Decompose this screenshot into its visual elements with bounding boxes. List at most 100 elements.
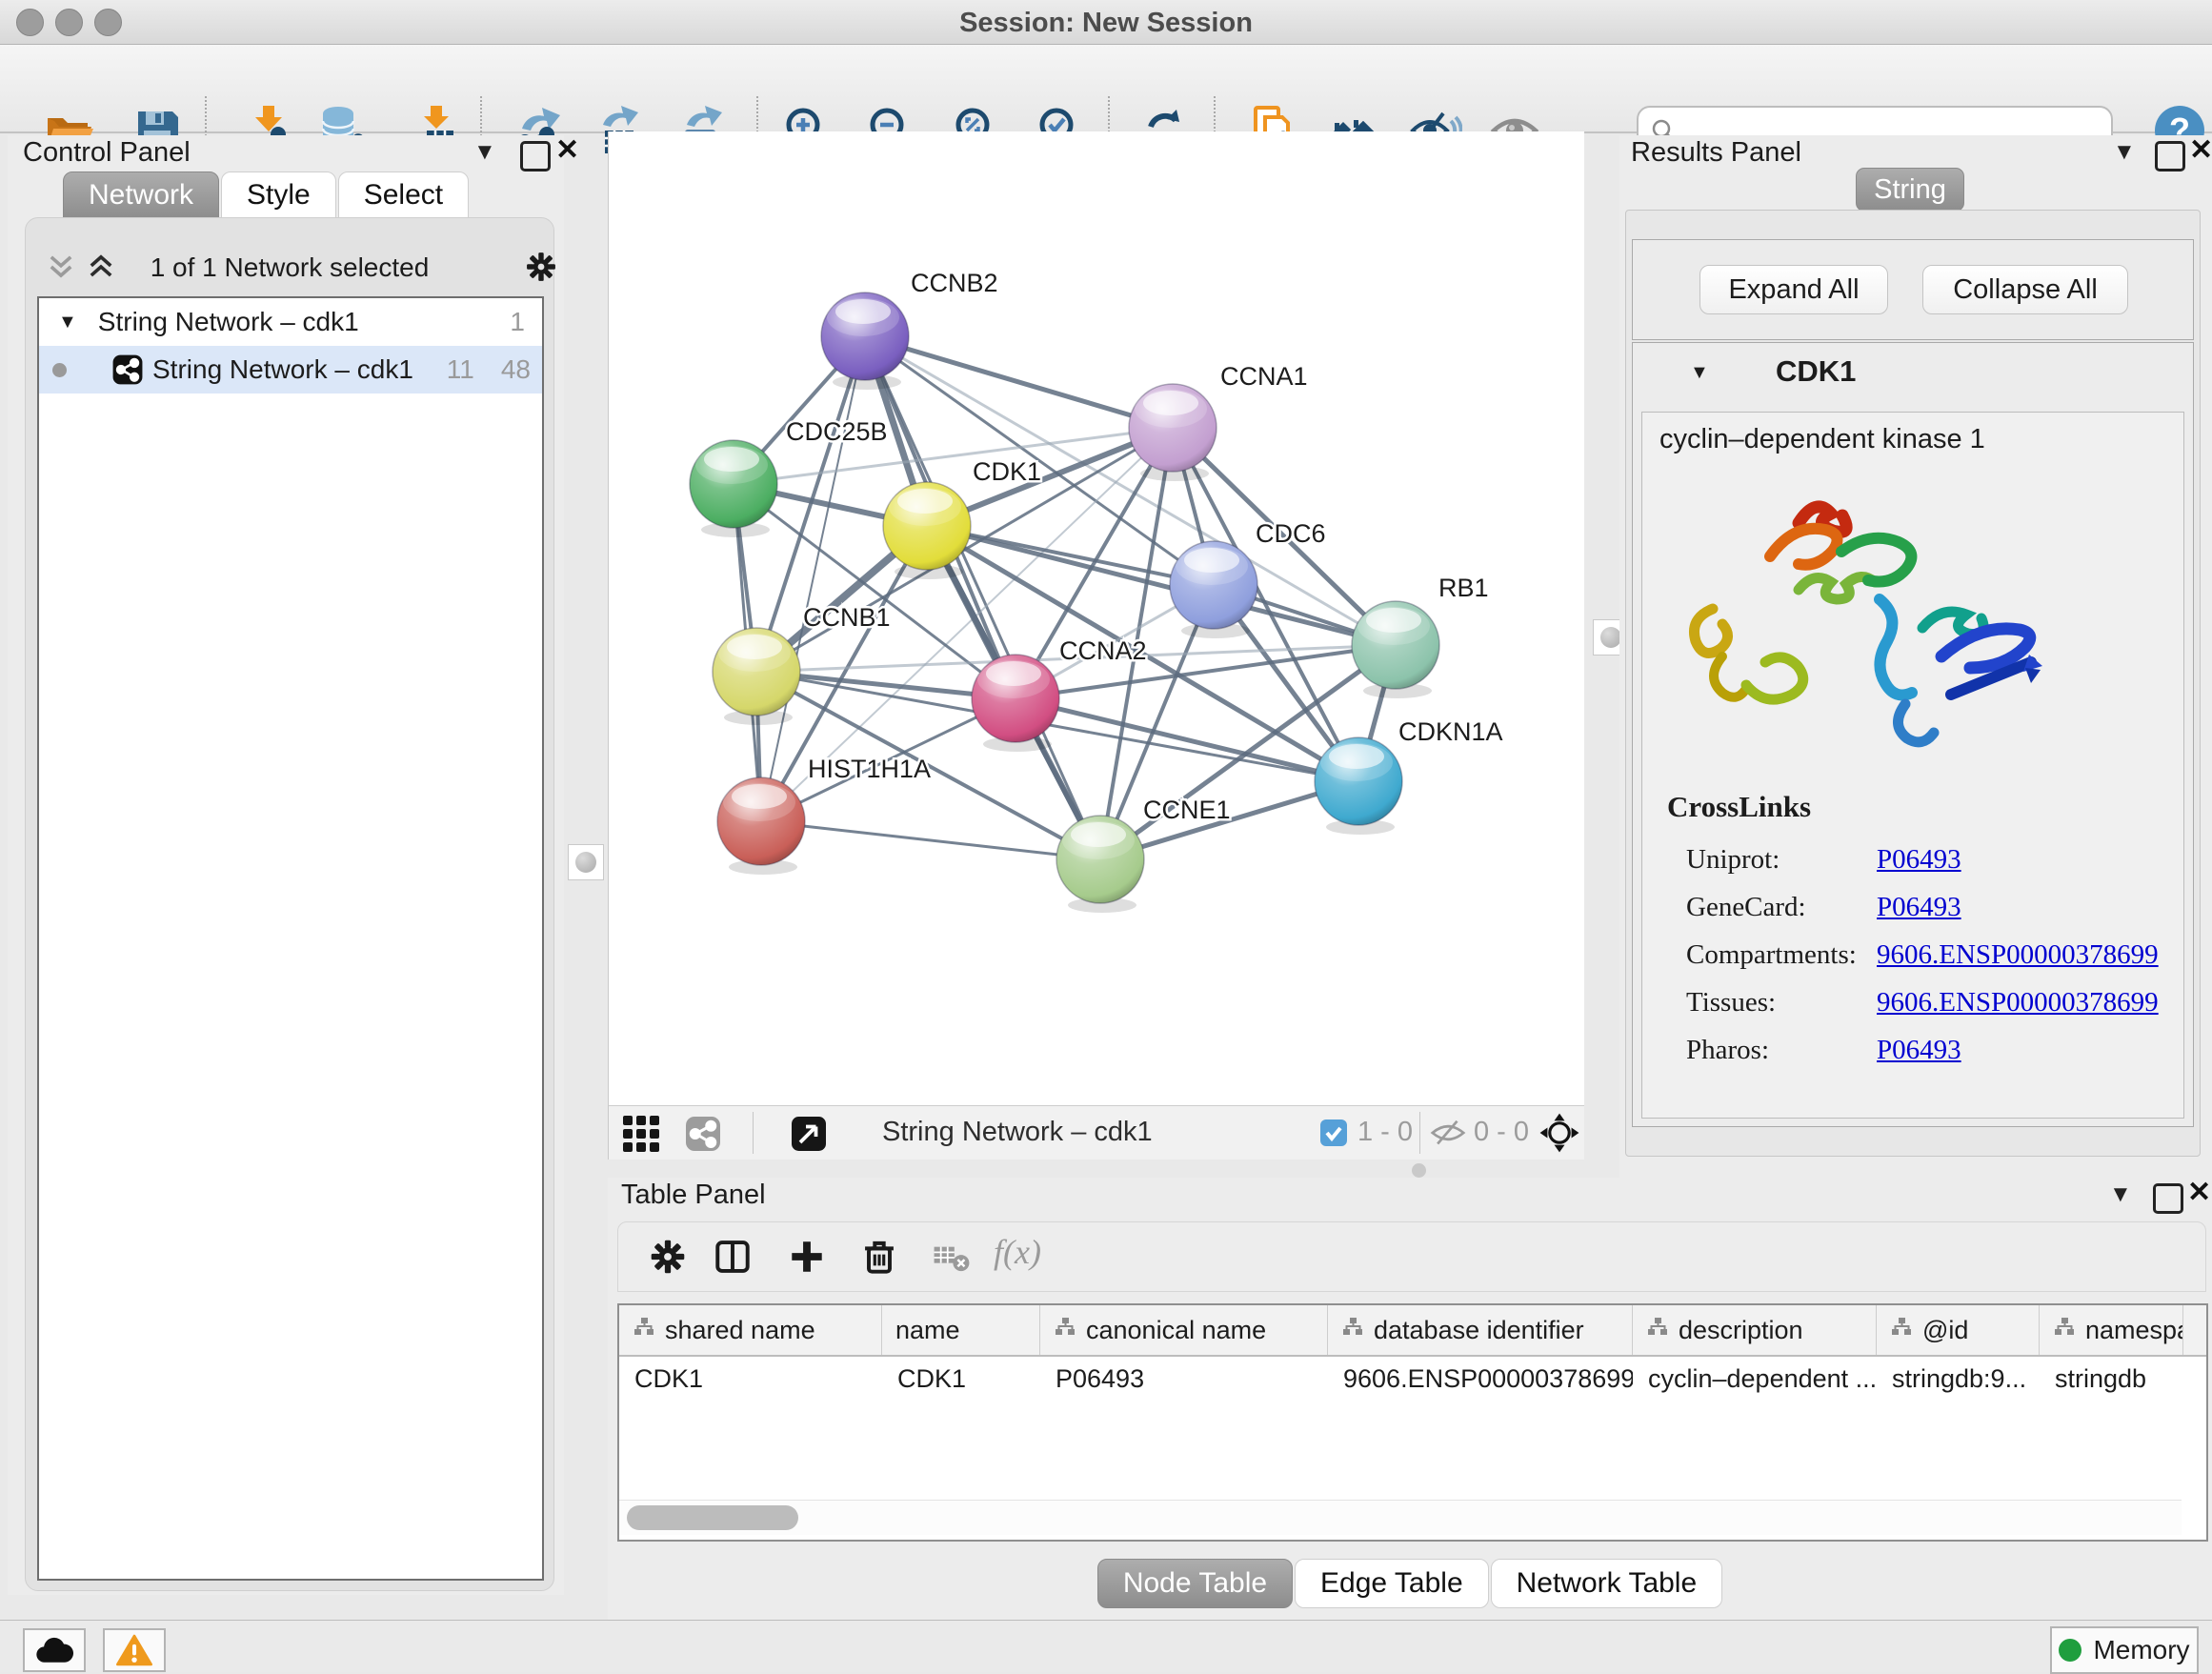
- tab-select[interactable]: Select: [338, 171, 469, 219]
- node-label-RB1: RB1: [1438, 574, 1489, 602]
- toolbar-divider: [1419, 1112, 1420, 1154]
- table-cell[interactable]: CDK1: [619, 1357, 882, 1401]
- protein-node-CCNB1[interactable]: [713, 628, 800, 716]
- function-builder-button[interactable]: f(x): [994, 1232, 1041, 1272]
- table-cell[interactable]: P06493: [1040, 1357, 1328, 1401]
- network-view-title: String Network – cdk1: [882, 1117, 1153, 1148]
- table-cell[interactable]: 9606.ENSP00000378699: [1328, 1357, 1633, 1401]
- network-options-gear-icon[interactable]: [523, 249, 559, 285]
- show-columns-icon[interactable]: [712, 1236, 754, 1278]
- gene-collapse-caret-icon[interactable]: ▼: [1690, 362, 1709, 384]
- create-column-icon[interactable]: [786, 1236, 828, 1278]
- warning-status-button[interactable]: [103, 1628, 166, 1672]
- table-panel-title: Table Panel: [621, 1180, 766, 1211]
- protein-node-CDKN1A[interactable]: [1315, 737, 1402, 825]
- protein-node-CDC25B[interactable]: [690, 440, 777, 528]
- network-label: String Network – cdk1: [152, 354, 413, 385]
- open-in-window-icon[interactable]: [789, 1114, 829, 1154]
- delete-table-icon[interactable]: [933, 1241, 971, 1274]
- table-tabs: Node TableEdge TableNetwork Table: [608, 1559, 2212, 1608]
- crosslink-label: Uniprot:: [1686, 844, 1877, 876]
- memory-button[interactable]: Memory: [2050, 1626, 2199, 1674]
- node-label-CCNB1: CCNB1: [803, 603, 891, 632]
- column-header-database-identifier[interactable]: database identifier: [1328, 1305, 1633, 1355]
- table-cell[interactable]: cyclin–dependent ...: [1633, 1357, 1877, 1401]
- bottom-splitter-handle[interactable]: [1412, 1163, 1426, 1178]
- node-table: shared namenamecanonical namedatabase id…: [617, 1303, 2208, 1542]
- node-label-HIST1H1A: HIST1H1A: [808, 755, 931, 783]
- edge-count: 48: [501, 354, 531, 385]
- tab-network-table[interactable]: Network Table: [1491, 1559, 1723, 1608]
- selected-checkbox-icon[interactable]: [1319, 1119, 1348, 1147]
- delete-column-icon[interactable]: [858, 1236, 900, 1278]
- column-header--id[interactable]: @id: [1877, 1305, 2040, 1355]
- tab-style[interactable]: Style: [221, 171, 336, 219]
- crosslink-link[interactable]: 9606.ENSP00000378699: [1877, 939, 2159, 971]
- panel-close-icon[interactable]: ✕: [2189, 133, 2212, 167]
- column-header-namespace[interactable]: namespace: [2040, 1305, 2183, 1355]
- birdseye-view-icon[interactable]: [621, 1114, 661, 1154]
- table-cell[interactable]: CDK1: [882, 1357, 1040, 1401]
- shared-column-tree-icon: [1054, 1316, 1076, 1345]
- panel-menu-caret-icon[interactable]: ▼: [2113, 139, 2136, 166]
- crosslinks-title: CrossLinks: [1667, 790, 1811, 824]
- expand-all-button[interactable]: Expand All: [1699, 265, 1888, 314]
- panel-float-icon[interactable]: [2155, 141, 2185, 171]
- protein-node-CCNB2[interactable]: [821, 292, 909, 380]
- column-header-canonical-name[interactable]: canonical name: [1040, 1305, 1328, 1355]
- table-cell[interactable]: stringdb: [2040, 1357, 2183, 1401]
- table-cell[interactable]: stringdb:9...: [1877, 1357, 2040, 1401]
- collapse-all-button[interactable]: Collapse All: [1922, 265, 2128, 314]
- protein-node-CCNE1[interactable]: [1056, 816, 1144, 903]
- crosslink-link[interactable]: 9606.ENSP00000378699: [1877, 987, 2159, 1019]
- crosslink-link[interactable]: P06493: [1877, 844, 1961, 876]
- column-header-description[interactable]: description: [1633, 1305, 1877, 1355]
- network-collection-row[interactable]: ▼ String Network – cdk1 1: [39, 298, 542, 346]
- cloud-status-button[interactable]: [23, 1628, 86, 1672]
- pan-mode-icon[interactable]: [1538, 1112, 1580, 1154]
- panel-close-icon[interactable]: ✕: [2187, 1176, 2211, 1209]
- column-header-name[interactable]: name: [882, 1305, 1040, 1355]
- panel-close-icon[interactable]: ✕: [555, 133, 579, 167]
- tab-network[interactable]: Network: [63, 171, 219, 219]
- scrollbar-thumb[interactable]: [627, 1505, 798, 1530]
- tab-edge-table[interactable]: Edge Table: [1295, 1559, 1489, 1608]
- network-tab-content: 1 of 1 Network selected ▼ String Network…: [25, 217, 554, 1591]
- panel-float-icon[interactable]: [520, 141, 551, 171]
- hidden-count: 0 - 0: [1474, 1117, 1529, 1148]
- network-canvas[interactable]: CCNB2CCNA1CDC25BCDK1CDC6RB1CCNB1CCNA2CDK…: [608, 131, 1584, 1105]
- table-row[interactable]: CDK1CDK1P064939606.ENSP00000378699cyclin…: [619, 1357, 2206, 1401]
- cloud-icon: [35, 1636, 73, 1664]
- control-panel-title: Control Panel: [23, 137, 191, 169]
- table-options-gear-icon[interactable]: [647, 1236, 689, 1278]
- crosslink-row: Compartments:9606.ENSP00000378699: [1686, 939, 2174, 971]
- status-bar: Memory: [0, 1620, 2212, 1672]
- crosslink-link[interactable]: P06493: [1877, 892, 1961, 923]
- gene-section: ▼ CDK1 cyclin–dependent kinase 1: [1632, 342, 2194, 1127]
- tab-string[interactable]: String: [1856, 168, 1964, 212]
- table-horizontal-scrollbar[interactable]: [619, 1500, 2182, 1535]
- gene-name: CDK1: [1776, 354, 1856, 389]
- network-row-selected[interactable]: String Network – cdk1 11 48: [39, 346, 542, 393]
- panel-menu-caret-icon[interactable]: ▼: [473, 139, 496, 166]
- tree-expand-caret-icon[interactable]: ▼: [58, 312, 77, 333]
- protein-node-CCNA2[interactable]: [972, 655, 1059, 742]
- tab-node-table[interactable]: Node Table: [1097, 1559, 1293, 1608]
- protein-node-HIST1H1A[interactable]: [717, 777, 805, 865]
- panel-menu-caret-icon[interactable]: ▼: [2109, 1181, 2132, 1208]
- protein-node-RB1[interactable]: [1352, 601, 1439, 690]
- column-header-shared-name[interactable]: shared name: [619, 1305, 882, 1355]
- left-splitter-handle[interactable]: [568, 844, 604, 880]
- results-panel-title: Results Panel: [1631, 137, 1801, 169]
- table-toolbar: f(x): [617, 1221, 2206, 1292]
- gene-description: cyclin–dependent kinase 1: [1659, 424, 1985, 455]
- network-overview-icon[interactable]: [683, 1114, 723, 1154]
- panel-float-icon[interactable]: [2153, 1183, 2183, 1214]
- title-bar: Session: New Session: [0, 0, 2212, 45]
- crosslink-link[interactable]: P06493: [1877, 1035, 1961, 1066]
- crosslink-label: Pharos:: [1686, 1035, 1877, 1066]
- protein-node-CCNA1[interactable]: [1129, 384, 1217, 472]
- protein-node-CDC6[interactable]: [1170, 541, 1257, 629]
- hidden-eye-icon[interactable]: [1430, 1118, 1466, 1148]
- crosslinks-list: Uniprot:P06493GeneCard:P06493Compartment…: [1659, 828, 2174, 1066]
